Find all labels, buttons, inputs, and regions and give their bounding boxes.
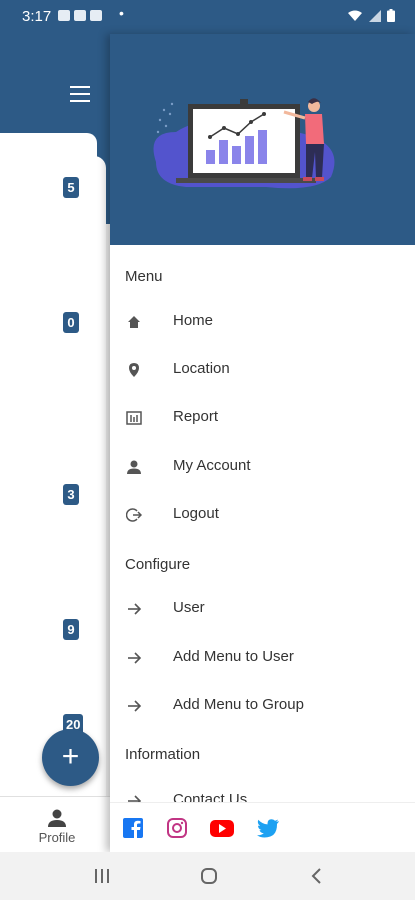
logout-icon	[126, 508, 142, 522]
drawer-item-my-account[interactable]: My Account	[110, 445, 415, 493]
section-title-configure: Configure	[125, 556, 191, 573]
status-time: 3:17	[22, 8, 52, 25]
gallery-notification-icon	[90, 10, 102, 21]
bottom-nav-profile-label: Profile	[38, 830, 76, 845]
drawer-item-label: Home	[173, 312, 214, 329]
analytics-illustration	[153, 98, 335, 189]
system-navigation-bar	[0, 852, 415, 900]
drawer-item-report[interactable]: Report	[110, 396, 415, 444]
bottom-navigation: Profile	[0, 796, 110, 852]
instagram-icon[interactable]	[166, 817, 188, 839]
signal-icon	[369, 9, 381, 22]
drawer-item-label: Add Menu to User	[173, 648, 294, 665]
count-badge: 9	[63, 619, 79, 640]
youtube-icon[interactable]	[209, 817, 235, 839]
system-status-icons	[347, 9, 395, 22]
drawer-item-label: Report	[173, 408, 219, 425]
drawer-item-home[interactable]: Home	[110, 300, 415, 348]
person-icon	[127, 460, 141, 474]
count-badge: 3	[63, 484, 79, 505]
wifi-icon	[348, 10, 362, 21]
count-badge: 5	[63, 177, 79, 198]
arrow-right-icon	[128, 652, 142, 664]
arrow-right-icon	[128, 603, 142, 615]
back-icon[interactable]	[307, 866, 327, 886]
dashboard-list-card: 5 0 3 9 20	[0, 156, 106, 796]
drawer-item-user[interactable]: User	[110, 587, 415, 635]
twitter-icon[interactable]	[256, 817, 280, 839]
navigation-drawer: Menu Home Location Report My Account Log…	[110, 34, 415, 852]
drawer-item-add-menu-to-group[interactable]: Add Menu to Group	[110, 684, 415, 732]
status-bar: 3:17 •	[0, 0, 415, 34]
more-notifications-dot: •	[119, 5, 124, 21]
person-icon	[48, 809, 66, 827]
image-notification-icon	[58, 10, 70, 21]
report-icon	[126, 411, 142, 425]
drawer-footer-social	[110, 802, 415, 852]
add-fab-button[interactable]: +	[42, 729, 99, 786]
battery-icon	[387, 9, 395, 22]
drawer-item-logout[interactable]: Logout	[110, 493, 415, 541]
drawer-item-label: User	[173, 599, 205, 616]
section-title-information: Information	[125, 746, 201, 763]
home-icon	[128, 316, 140, 328]
facebook-icon[interactable]	[122, 817, 144, 839]
section-title-menu: Menu	[125, 268, 163, 285]
home-button-icon[interactable]	[199, 866, 219, 886]
recent-apps-icon[interactable]	[92, 866, 112, 886]
hamburger-menu-icon[interactable]	[70, 86, 90, 102]
drawer-item-label: Location	[173, 360, 230, 377]
drawer-item-location[interactable]: Location	[110, 348, 415, 396]
youtube-notification-icon	[74, 10, 86, 21]
arrow-right-icon	[128, 700, 142, 712]
drawer-item-label: Add Menu to Group	[173, 696, 304, 713]
drawer-item-label: My Account	[173, 457, 251, 474]
location-pin-icon	[129, 363, 139, 377]
drawer-header	[110, 34, 415, 245]
notification-icons	[58, 10, 102, 21]
count-badge: 0	[63, 312, 79, 333]
drawer-item-add-menu-to-user[interactable]: Add Menu to User	[110, 636, 415, 684]
drawer-item-label: Logout	[173, 505, 219, 522]
